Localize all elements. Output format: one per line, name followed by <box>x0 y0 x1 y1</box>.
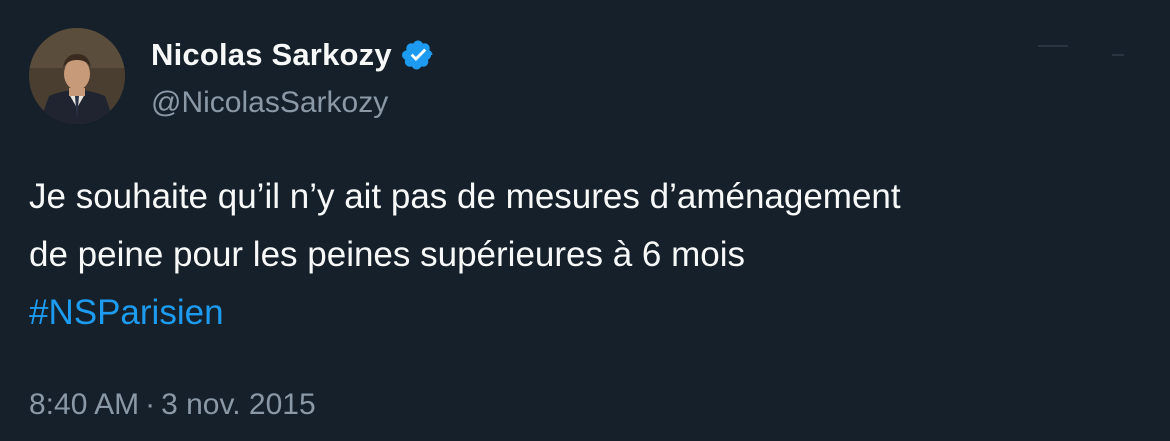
timestamp-separator: · <box>145 388 156 421</box>
tweet-text: Je souhaite qu’il n’y ait pas de mesures… <box>29 168 1139 342</box>
tweet-card: Nicolas Sarkozy @NicolasSarkozy Je souha… <box>0 0 1170 441</box>
tweet-text-line: de peine pour les peines supérieures à 6… <box>29 235 745 274</box>
author-handle[interactable]: @NicolasSarkozy <box>151 86 388 120</box>
faint-artifact <box>1038 45 1068 47</box>
tweet-date: 3 nov. 2015 <box>161 388 316 421</box>
verified-badge-icon <box>401 38 435 72</box>
hashtag-link[interactable]: #NSParisien <box>29 284 1139 342</box>
avatar[interactable] <box>29 28 125 124</box>
tweet-timestamp[interactable]: 8:40 AM · 3 nov. 2015 <box>29 388 316 422</box>
tweet-text-line: Je souhaite qu’il n’y ait pas de mesures… <box>29 177 901 216</box>
author-display-name[interactable]: Nicolas Sarkozy <box>151 37 392 73</box>
author-name-row: Nicolas Sarkozy <box>151 33 435 77</box>
tweet-time: 8:40 AM <box>29 388 140 421</box>
profile-photo-icon <box>29 28 125 124</box>
faint-artifact <box>1112 54 1124 56</box>
